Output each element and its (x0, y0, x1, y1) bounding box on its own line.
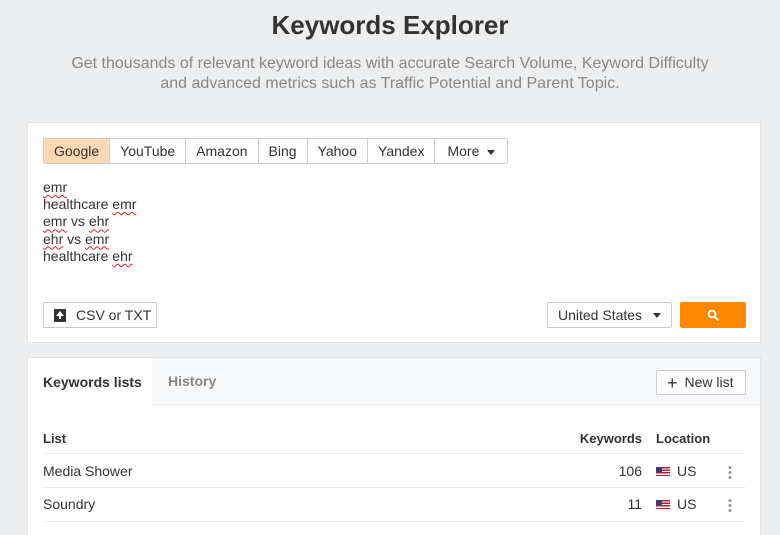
us-flag-icon (656, 466, 670, 476)
new-list-label: New list (684, 374, 734, 390)
tab-google[interactable]: Google (44, 139, 111, 163)
us-flag-icon (656, 499, 670, 509)
column-header-list: List (43, 431, 67, 446)
keywords-textarea[interactable]: emr healthcare emr emr vs ehr ehr vs emr… (43, 179, 136, 265)
country-select[interactable]: United States (547, 302, 672, 328)
tab-history[interactable]: History (168, 358, 216, 405)
row-divider (43, 453, 745, 454)
keyword-line: healthcare ehr (43, 247, 133, 264)
tab-keywords-lists[interactable]: Keywords lists (28, 358, 152, 406)
keyword-line: ehr vs emr (43, 230, 110, 247)
tab-bing[interactable]: Bing (258, 139, 308, 163)
tab-more-dropdown[interactable]: More (435, 139, 508, 163)
chevron-down-icon (487, 149, 496, 155)
search-button[interactable] (680, 302, 746, 328)
chevron-down-icon (653, 313, 661, 318)
column-header-location: Location (656, 431, 711, 446)
search-engine-tabs: Google YouTube Amazon Bing Yahoo Yandex … (43, 138, 509, 164)
more-options-icon[interactable] (728, 465, 732, 479)
keyword-line: emr vs ehr (43, 213, 110, 230)
list-location: US (656, 496, 696, 512)
list-name[interactable]: Soundry (43, 496, 95, 512)
more-options-icon[interactable] (728, 498, 732, 512)
keywords-lists-card: Keywords lists History + New list List K… (27, 357, 761, 535)
list-name[interactable]: Media Shower (43, 463, 133, 479)
country-value: United States (558, 307, 643, 323)
tab-amazon[interactable]: Amazon (186, 139, 259, 163)
page-title: Keywords Explorer (271, 10, 509, 40)
search-icon (707, 309, 719, 321)
more-label: More (447, 143, 480, 159)
list-location: US (656, 463, 696, 479)
row-divider (43, 487, 745, 488)
row-divider (43, 521, 745, 522)
tab-yandex[interactable]: Yandex (368, 139, 436, 163)
tab-youtube[interactable]: YouTube (110, 139, 187, 163)
tab-yahoo[interactable]: Yahoo (307, 139, 369, 163)
list-keyword-count: 106 (618, 463, 642, 479)
upload-label: CSV or TXT (76, 307, 152, 323)
keyword-line: healthcare emr (43, 196, 137, 213)
page-subtitle: Get thousands of relevant keyword ideas … (71, 55, 709, 92)
keyword-line: emr (43, 179, 68, 195)
list-keyword-count: 11 (627, 496, 642, 512)
upload-csv-button[interactable]: CSV or TXT (43, 302, 157, 328)
search-card: Google YouTube Amazon Bing Yahoo Yandex … (27, 122, 761, 343)
upload-icon (54, 308, 66, 322)
column-header-keywords: Keywords (579, 431, 642, 446)
plus-icon: + (667, 372, 678, 393)
new-list-button[interactable]: + New list (656, 370, 746, 395)
